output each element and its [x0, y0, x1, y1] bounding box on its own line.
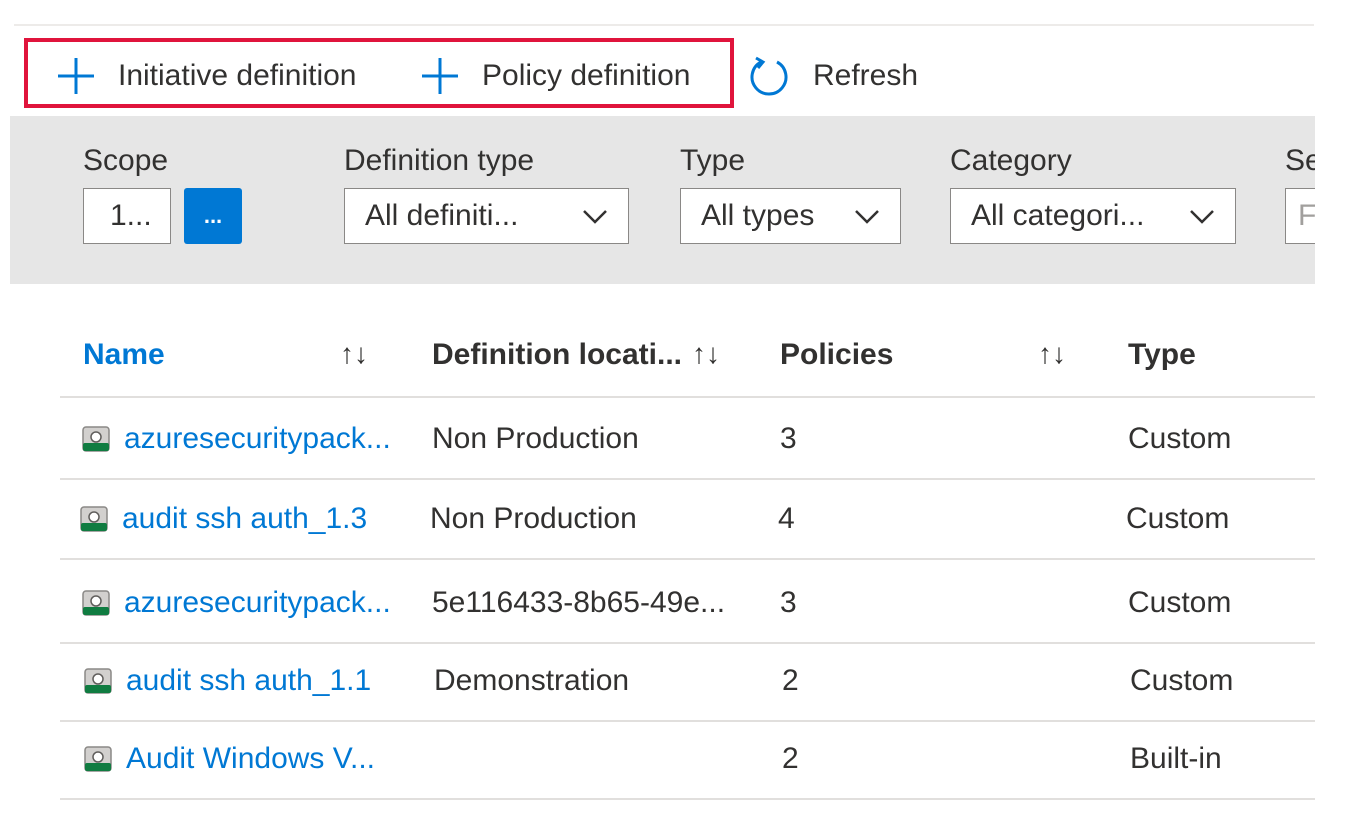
chevron-down-icon: [583, 210, 607, 224]
scope-picker-button[interactable]: ...: [184, 188, 242, 244]
table-row[interactable]: audit ssh auth_1.3 Non Production 4 Cust…: [60, 480, 1315, 560]
definition-location: Non Production: [432, 422, 639, 455]
definition-type: Custom: [1130, 664, 1234, 697]
add-initiative-definition-button[interactable]: Initiative definition: [56, 54, 356, 98]
sort-icon[interactable]: ↑↓: [1038, 338, 1066, 370]
definition-type: Built-in: [1130, 742, 1222, 775]
refresh-button[interactable]: Refresh: [747, 54, 918, 98]
sort-icon[interactable]: ↑↓: [340, 338, 368, 370]
definition-name-link[interactable]: audit ssh auth_1.1: [82, 664, 371, 698]
policies-count: 4: [778, 502, 795, 535]
refresh-label: Refresh: [813, 59, 919, 92]
definition-location: 5e116433-8b65-49e...: [432, 586, 726, 619]
definition-name-link[interactable]: azuresecuritypack...: [80, 422, 391, 456]
search-placeholder: F: [1298, 199, 1315, 232]
table-row[interactable]: azuresecuritypack... 5e116433-8b65-49e..…: [60, 564, 1315, 644]
definition-type-dropdown[interactable]: All definiti...: [344, 188, 629, 244]
initiative-definition-icon: [82, 590, 110, 616]
table-row[interactable]: Audit Windows V... 2 Built-in: [60, 720, 1315, 800]
policies-count: 3: [780, 586, 797, 619]
policy-definition-label: Policy definition: [482, 59, 691, 92]
definition-name-link[interactable]: Audit Windows V...: [82, 742, 375, 776]
search-input[interactable]: F: [1285, 188, 1315, 244]
column-header-name[interactable]: Name: [83, 338, 165, 372]
scope-field[interactable]: 1...: [83, 188, 171, 244]
initiative-definition-icon: [84, 746, 112, 772]
definition-name-link[interactable]: audit ssh auth_1.3: [78, 502, 367, 536]
header-divider: [60, 396, 1315, 398]
refresh-icon: [750, 56, 788, 96]
definition-name-link[interactable]: azuresecuritypack...: [80, 586, 391, 620]
policies-count: 2: [782, 664, 799, 697]
category-value: All categori...: [971, 199, 1145, 232]
table-row[interactable]: audit ssh auth_1.1 Demonstration 2 Custo…: [60, 642, 1315, 722]
chevron-down-icon: [855, 210, 879, 224]
definition-name: audit ssh auth_1.1: [126, 664, 372, 697]
column-header-type[interactable]: Type: [1128, 338, 1196, 372]
column-header-policies[interactable]: Policies: [780, 338, 893, 372]
sort-icon[interactable]: ↑↓: [692, 338, 720, 370]
initiative-definition-icon: [84, 668, 112, 694]
plus-icon: [58, 58, 94, 94]
table-row[interactable]: azuresecuritypack... Non Production 3 Cu…: [60, 400, 1315, 480]
column-header-definition-location[interactable]: Definition locati...: [432, 338, 682, 372]
definition-type-value: All definiti...: [365, 199, 519, 232]
scope-label: Scope: [83, 144, 169, 177]
definition-name: azuresecuritypack...: [124, 422, 391, 455]
plus-icon: [422, 58, 458, 94]
type-dropdown[interactable]: All types: [680, 188, 901, 244]
definition-type: Custom: [1126, 502, 1230, 535]
initiative-definition-icon: [82, 426, 110, 452]
definition-name: Audit Windows V...: [126, 742, 376, 775]
ellipsis-icon: ...: [203, 203, 223, 228]
initiative-definition-icon: [80, 506, 108, 532]
definition-name: azuresecuritypack...: [124, 586, 391, 619]
category-dropdown[interactable]: All categori...: [950, 188, 1236, 244]
scope-value: 1...: [110, 199, 152, 232]
search-label: Se: [1285, 144, 1315, 177]
type-label: Type: [680, 144, 746, 177]
definition-type: Custom: [1128, 422, 1232, 455]
definition-type: Custom: [1128, 586, 1232, 619]
policies-count: 2: [782, 742, 799, 775]
add-policy-definition-button[interactable]: Policy definition: [420, 54, 690, 98]
definition-location: Demonstration: [434, 664, 630, 697]
definition-location: Non Production: [430, 502, 637, 535]
category-label: Category: [950, 144, 1072, 177]
initiative-definition-label: Initiative definition: [118, 59, 357, 92]
filter-bar: Scope 1... ... Definition type All defin…: [10, 116, 1315, 284]
definition-name: audit ssh auth_1.3: [122, 502, 368, 535]
top-divider: [14, 24, 1314, 26]
definition-type-label: Definition type: [344, 144, 535, 177]
chevron-down-icon: [1190, 210, 1214, 224]
policies-count: 3: [780, 422, 797, 455]
type-value: All types: [701, 199, 815, 232]
